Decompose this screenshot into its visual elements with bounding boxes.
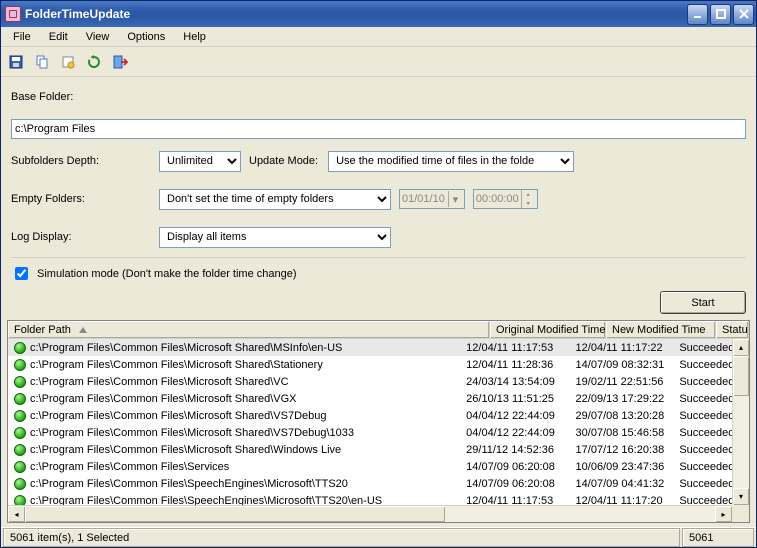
subfolders-depth-label: Subfolders Depth: xyxy=(11,155,151,167)
cell-new: 30/07/08 15:46:58 xyxy=(570,427,674,439)
cell-orig: 12/04/11 11:17:53 xyxy=(460,342,569,354)
cell-new: 17/07/12 16:20:38 xyxy=(570,444,674,456)
chevron-down-icon: ▾ xyxy=(448,191,462,207)
main-window: FolderTimeUpdate File Edit View Options … xyxy=(0,0,757,548)
update-mode-select[interactable]: Use the modified time of files in the fo… xyxy=(328,151,574,172)
maximize-button[interactable] xyxy=(710,4,731,25)
statusbar: 5061 item(s), 1 Selected 5061 xyxy=(1,527,756,547)
subfolders-depth-select[interactable]: Unlimited xyxy=(159,151,241,172)
empty-folders-select[interactable]: Don't set the time of empty folders xyxy=(159,189,391,210)
scroll-left-button[interactable]: ◂ xyxy=(8,506,25,522)
status-count: 5061 xyxy=(682,528,754,547)
exit-icon[interactable] xyxy=(109,51,131,73)
column-new-time[interactable]: New Modified Time xyxy=(606,321,716,338)
cell-new: 22/09/13 17:29:22 xyxy=(570,393,674,405)
update-mode-label: Update Mode: xyxy=(249,155,320,167)
table-row[interactable]: c:\Program Files\Common Files\Microsoft … xyxy=(8,441,749,458)
menu-view[interactable]: View xyxy=(78,29,118,45)
properties-icon[interactable] xyxy=(57,51,79,73)
cell-path: c:\Program Files\Common Files\Microsoft … xyxy=(30,342,342,354)
window-title: FolderTimeUpdate xyxy=(25,7,687,21)
status-dot-icon xyxy=(14,444,26,456)
table-row[interactable]: c:\Program Files\Common Files\Microsoft … xyxy=(8,356,749,373)
status-text: 5061 item(s), 1 Selected xyxy=(3,528,680,547)
log-display-select[interactable]: Display all items xyxy=(159,227,391,248)
scroll-down-button[interactable]: ▾ xyxy=(733,488,749,505)
cell-orig: 14/07/09 06:20:08 xyxy=(460,478,569,490)
simulation-mode-checkbox[interactable] xyxy=(15,267,28,280)
cell-path: c:\Program Files\Common Files\Microsoft … xyxy=(30,393,297,405)
cell-path: c:\Program Files\Common Files\Microsoft … xyxy=(30,444,341,456)
cell-orig: 24/03/14 13:54:09 xyxy=(460,376,569,388)
simulation-mode-label: Simulation mode (Don't make the folder t… xyxy=(37,268,297,280)
base-folder-label: Base Folder: xyxy=(11,91,73,103)
scroll-right-button[interactable]: ▸ xyxy=(715,506,732,522)
cell-path: c:\Program Files\Common Files\Microsoft … xyxy=(30,359,323,371)
status-dot-icon xyxy=(14,478,26,490)
menu-edit[interactable]: Edit xyxy=(41,29,76,45)
copy-icon[interactable] xyxy=(31,51,53,73)
form-area: Base Folder: Subfolders Depth: Unlimited… xyxy=(1,77,756,291)
toolbar xyxy=(1,47,756,77)
empty-folders-label: Empty Folders: xyxy=(11,193,151,205)
empty-time-input: 00:00:00▴▾ xyxy=(473,189,538,209)
cell-new: 19/02/11 22:51:56 xyxy=(570,376,674,388)
status-dot-icon xyxy=(14,427,26,439)
table-row[interactable]: c:\Program Files\Common Files\Microsoft … xyxy=(8,407,749,424)
cell-orig: 04/04/12 22:44:09 xyxy=(460,410,569,422)
table-row[interactable]: c:\Program Files\Common Files\Microsoft … xyxy=(8,424,749,441)
table-row[interactable]: c:\Program Files\Common Files\Microsoft … xyxy=(8,373,749,390)
horizontal-scrollbar[interactable]: ◂ ▸ xyxy=(8,505,732,522)
column-status[interactable]: Status xyxy=(716,321,749,338)
status-dot-icon xyxy=(14,410,26,422)
status-dot-icon xyxy=(14,342,26,354)
table-row[interactable]: c:\Program Files\Common Files\SpeechEngi… xyxy=(8,475,749,492)
scroll-thumb[interactable] xyxy=(733,356,749,396)
cell-path: c:\Program Files\Common Files\Microsoft … xyxy=(30,376,289,388)
app-icon xyxy=(5,6,21,22)
cell-orig: 04/04/12 22:44:09 xyxy=(460,427,569,439)
cell-new: 14/07/09 08:32:31 xyxy=(570,359,674,371)
menu-options[interactable]: Options xyxy=(119,29,173,45)
grid-header: Folder Path Original Modified Time New M… xyxy=(8,321,749,339)
empty-date-input: 01/01/10▾ xyxy=(399,189,465,209)
cell-new: 14/07/09 04:41:32 xyxy=(570,478,674,490)
cell-new: 12/04/11 11:17:22 xyxy=(570,342,674,354)
scroll-thumb-h[interactable] xyxy=(25,506,445,522)
scroll-up-button[interactable]: ▴ xyxy=(733,339,749,356)
status-dot-icon xyxy=(14,393,26,405)
status-dot-icon xyxy=(14,461,26,473)
base-folder-input[interactable] xyxy=(11,119,746,139)
cell-path: c:\Program Files\Common Files\Microsoft … xyxy=(30,410,327,422)
menubar: File Edit View Options Help xyxy=(1,27,756,47)
column-original-time[interactable]: Original Modified Time xyxy=(490,321,606,338)
table-row[interactable]: c:\Program Files\Common Files\Microsoft … xyxy=(8,339,749,356)
cell-orig: 14/07/09 06:20:08 xyxy=(460,461,569,473)
table-row[interactable]: c:\Program Files\Common Files\Services 14… xyxy=(8,458,749,475)
cell-orig: 29/11/12 14:52:36 xyxy=(460,444,569,456)
vertical-scrollbar[interactable]: ▴ ▾ xyxy=(732,339,749,505)
table-row[interactable]: c:\Program Files\Common Files\Microsoft … xyxy=(8,390,749,407)
cell-new: 29/07/08 13:20:28 xyxy=(570,410,674,422)
titlebar[interactable]: FolderTimeUpdate xyxy=(1,1,756,27)
menu-help[interactable]: Help xyxy=(175,29,214,45)
refresh-icon[interactable] xyxy=(83,51,105,73)
cell-orig: 12/04/11 11:28:36 xyxy=(460,359,569,371)
cell-new: 10/06/09 23:47:36 xyxy=(570,461,674,473)
cell-path: c:\Program Files\Common Files\SpeechEngi… xyxy=(30,478,348,490)
status-dot-icon xyxy=(14,359,26,371)
results-grid: Folder Path Original Modified Time New M… xyxy=(7,320,750,523)
cell-path: c:\Program Files\Common Files\Microsoft … xyxy=(30,427,354,439)
menu-file[interactable]: File xyxy=(5,29,39,45)
cell-orig: 26/10/13 11:51:25 xyxy=(460,393,569,405)
save-icon[interactable] xyxy=(5,51,27,73)
log-display-label: Log Display: xyxy=(11,231,151,243)
minimize-button[interactable] xyxy=(687,4,708,25)
start-button[interactable]: Start xyxy=(660,291,746,314)
status-dot-icon xyxy=(14,376,26,388)
close-button[interactable] xyxy=(733,4,754,25)
column-folder-path[interactable]: Folder Path xyxy=(8,321,490,338)
cell-path: c:\Program Files\Common Files\Services xyxy=(30,461,229,473)
